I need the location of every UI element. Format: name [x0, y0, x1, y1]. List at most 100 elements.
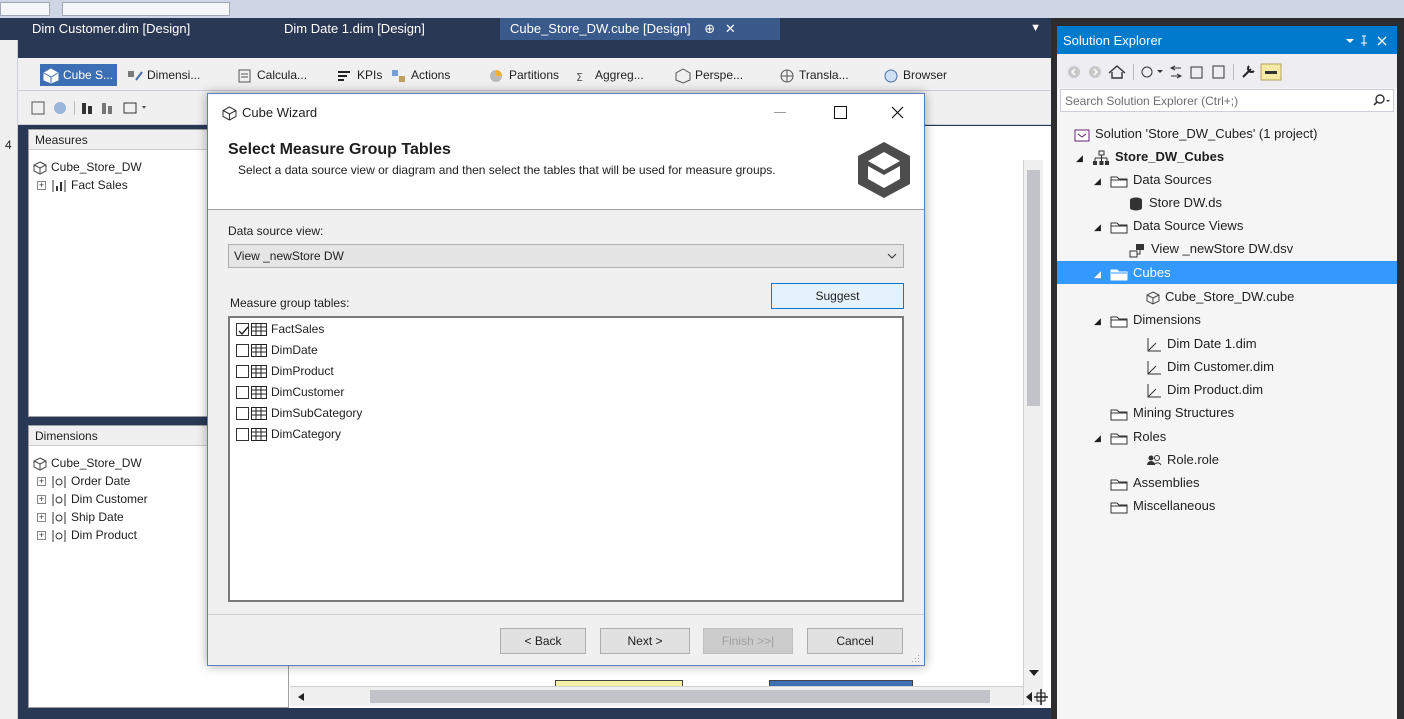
- folder-data-source-views[interactable]: ◢ Data Source Views: [1094, 214, 1243, 237]
- scrollbar-thumb[interactable]: [1027, 170, 1040, 406]
- solution-explorer-toolbar-icons[interactable]: [1065, 62, 1365, 82]
- tab-cube-store-dw[interactable]: Cube_Store_DW.cube [Design] ⊕ ✕: [500, 18, 780, 40]
- cancel-button[interactable]: Cancel: [807, 628, 903, 654]
- dimensions-root[interactable]: Cube_Store_DW: [33, 454, 142, 472]
- move-icon[interactable]: [1024, 688, 1050, 706]
- dimension-dim-customer[interactable]: + Dim Customer: [37, 490, 148, 508]
- scrollbar-thumb[interactable]: [370, 690, 990, 703]
- expand-icon[interactable]: +: [37, 513, 46, 523]
- dimension-label: Ship Date: [71, 510, 124, 524]
- table-row[interactable]: FactSales: [236, 319, 324, 339]
- tab-browser[interactable]: Browser: [882, 64, 947, 86]
- folder-data-sources[interactable]: ◢ Data Sources: [1094, 168, 1212, 191]
- resize-grip-icon[interactable]: [910, 653, 920, 663]
- expand-triangle-icon[interactable]: ◢: [1094, 263, 1104, 286]
- expand-triangle-icon[interactable]: ◢: [1094, 310, 1104, 333]
- horizontal-scrollbar[interactable]: [290, 686, 1023, 706]
- folder-miscellaneous[interactable]: Miscellaneous: [1110, 494, 1215, 517]
- subtoolbar-icons[interactable]: [30, 100, 150, 116]
- file-dim-customer[interactable]: Dim Customer.dim: [1146, 355, 1274, 378]
- folder-cubes[interactable]: ◢ Cubes: [1094, 261, 1171, 284]
- table-row[interactable]: DimCategory: [236, 424, 341, 444]
- solution-node[interactable]: Solution 'Store_DW_Cubes' (1 project): [1074, 122, 1317, 145]
- table-row[interactable]: DimCustomer: [236, 382, 344, 402]
- tab-dimension-usage[interactable]: Dimensi...: [126, 64, 200, 86]
- file-dsv[interactable]: View _newStore DW.dsv: [1128, 237, 1293, 260]
- folder-assemblies[interactable]: Assemblies: [1110, 471, 1199, 494]
- measure-group-label: Measure group tables:: [230, 296, 350, 310]
- expand-icon[interactable]: +: [37, 495, 46, 505]
- expand-triangle-icon[interactable]: ◢: [1076, 147, 1086, 170]
- next-button[interactable]: Next >: [600, 628, 690, 654]
- table-checkbox[interactable]: [236, 407, 249, 421]
- gutter-digit: 4: [5, 138, 12, 152]
- data-source-view-select[interactable]: View _newStore DW: [228, 244, 904, 268]
- tab-perspectives[interactable]: Perspe...: [674, 64, 743, 86]
- expand-triangle-icon[interactable]: ◢: [1094, 216, 1104, 239]
- dimension-order-date[interactable]: + Order Date: [37, 472, 130, 490]
- dimension-ship-date[interactable]: + Ship Date: [37, 508, 124, 526]
- role-users-icon: [1147, 454, 1162, 465]
- tab-translations[interactable]: Transla...: [778, 64, 849, 86]
- toolbar-combo-2[interactable]: [62, 2, 230, 16]
- file-store-ds[interactable]: Store DW.ds: [1128, 191, 1222, 214]
- tab-kpis[interactable]: KPIs: [336, 64, 382, 86]
- table-checkbox[interactable]: [236, 365, 249, 379]
- file-dim-date[interactable]: Dim Date 1.dim: [1146, 332, 1257, 355]
- tab-cube-structure[interactable]: Cube S...: [40, 64, 118, 86]
- toolbar-combo-1[interactable]: [0, 2, 50, 16]
- folder-mining-structures[interactable]: Mining Structures: [1110, 401, 1234, 424]
- minimize-icon[interactable]: [774, 112, 786, 114]
- back-button[interactable]: < Back: [500, 628, 586, 654]
- table-checkbox[interactable]: [236, 344, 249, 358]
- dsv-selected-value: View _newStore DW: [234, 249, 344, 263]
- expand-icon[interactable]: +: [37, 181, 46, 191]
- file-dim-product[interactable]: Dim Product.dim: [1146, 378, 1263, 401]
- tab-partitions[interactable]: Partitions: [488, 64, 559, 86]
- table-icon: [251, 323, 267, 337]
- table-name: DimSubCategory: [271, 406, 363, 420]
- tab-calculations[interactable]: Calcula...: [236, 64, 307, 86]
- file-cube[interactable]: Cube_Store_DW.cube: [1146, 285, 1294, 308]
- close-icon[interactable]: [891, 106, 904, 119]
- scroll-left-icon[interactable]: [296, 692, 306, 702]
- file-label: Store DW.ds: [1149, 195, 1222, 210]
- solution-explorer-toolbar: [1057, 54, 1397, 88]
- expand-icon[interactable]: +: [37, 531, 46, 541]
- pin-icon[interactable]: ⊕: [704, 21, 715, 36]
- search-icon[interactable]: [1373, 94, 1391, 107]
- expand-triangle-icon[interactable]: ◢: [1094, 170, 1104, 193]
- file-role[interactable]: Role.role: [1146, 448, 1219, 471]
- tab-actions[interactable]: Actions: [390, 64, 450, 86]
- table-checkbox[interactable]: [236, 386, 249, 400]
- dimension-icon: [1147, 383, 1161, 398]
- table-row[interactable]: DimDate: [236, 340, 318, 360]
- dimension-dim-product[interactable]: + Dim Product: [37, 526, 137, 544]
- tab-label: Browser: [903, 68, 948, 82]
- panel-window-controls[interactable]: [1344, 35, 1390, 47]
- measure-group-fact-sales[interactable]: + Fact Sales: [37, 176, 128, 194]
- solution-search-input[interactable]: Search Solution Explorer (Ctrl+;): [1060, 89, 1394, 112]
- tab-dim-date[interactable]: Dim Date 1.dim [Design]: [274, 18, 435, 40]
- expand-triangle-icon[interactable]: ◢: [1094, 427, 1104, 450]
- table-row[interactable]: DimSubCategory: [236, 403, 362, 423]
- maximize-icon[interactable]: [834, 106, 847, 119]
- document-tab-row: Dim Customer.dim [Design] Dim Date 1.dim…: [0, 18, 1051, 40]
- table-checkbox[interactable]: [236, 428, 249, 442]
- scroll-down-icon[interactable]: [1028, 668, 1040, 678]
- expand-icon[interactable]: +: [37, 477, 46, 487]
- tab-aggregations[interactable]: Σ Aggreg...: [574, 64, 644, 86]
- close-icon[interactable]: ✕: [725, 21, 736, 36]
- suggest-button[interactable]: Suggest: [771, 283, 904, 309]
- tab-overflow-icon[interactable]: ▼: [1030, 22, 1041, 34]
- folder-roles[interactable]: ◢ Roles: [1094, 425, 1166, 448]
- tab-dim-customer[interactable]: Dim Customer.dim [Design]: [22, 18, 200, 40]
- folder-dimensions[interactable]: ◢ Dimensions: [1094, 308, 1201, 331]
- project-node[interactable]: ◢ Store_DW_Cubes: [1076, 145, 1224, 168]
- finish-button[interactable]: Finish >>|: [703, 628, 793, 654]
- table-row[interactable]: DimProduct: [236, 361, 334, 381]
- solution-icon: [1074, 129, 1090, 142]
- vertical-scrollbar[interactable]: [1023, 160, 1043, 705]
- table-checkbox[interactable]: [236, 323, 249, 337]
- measures-root[interactable]: Cube_Store_DW: [33, 158, 142, 176]
